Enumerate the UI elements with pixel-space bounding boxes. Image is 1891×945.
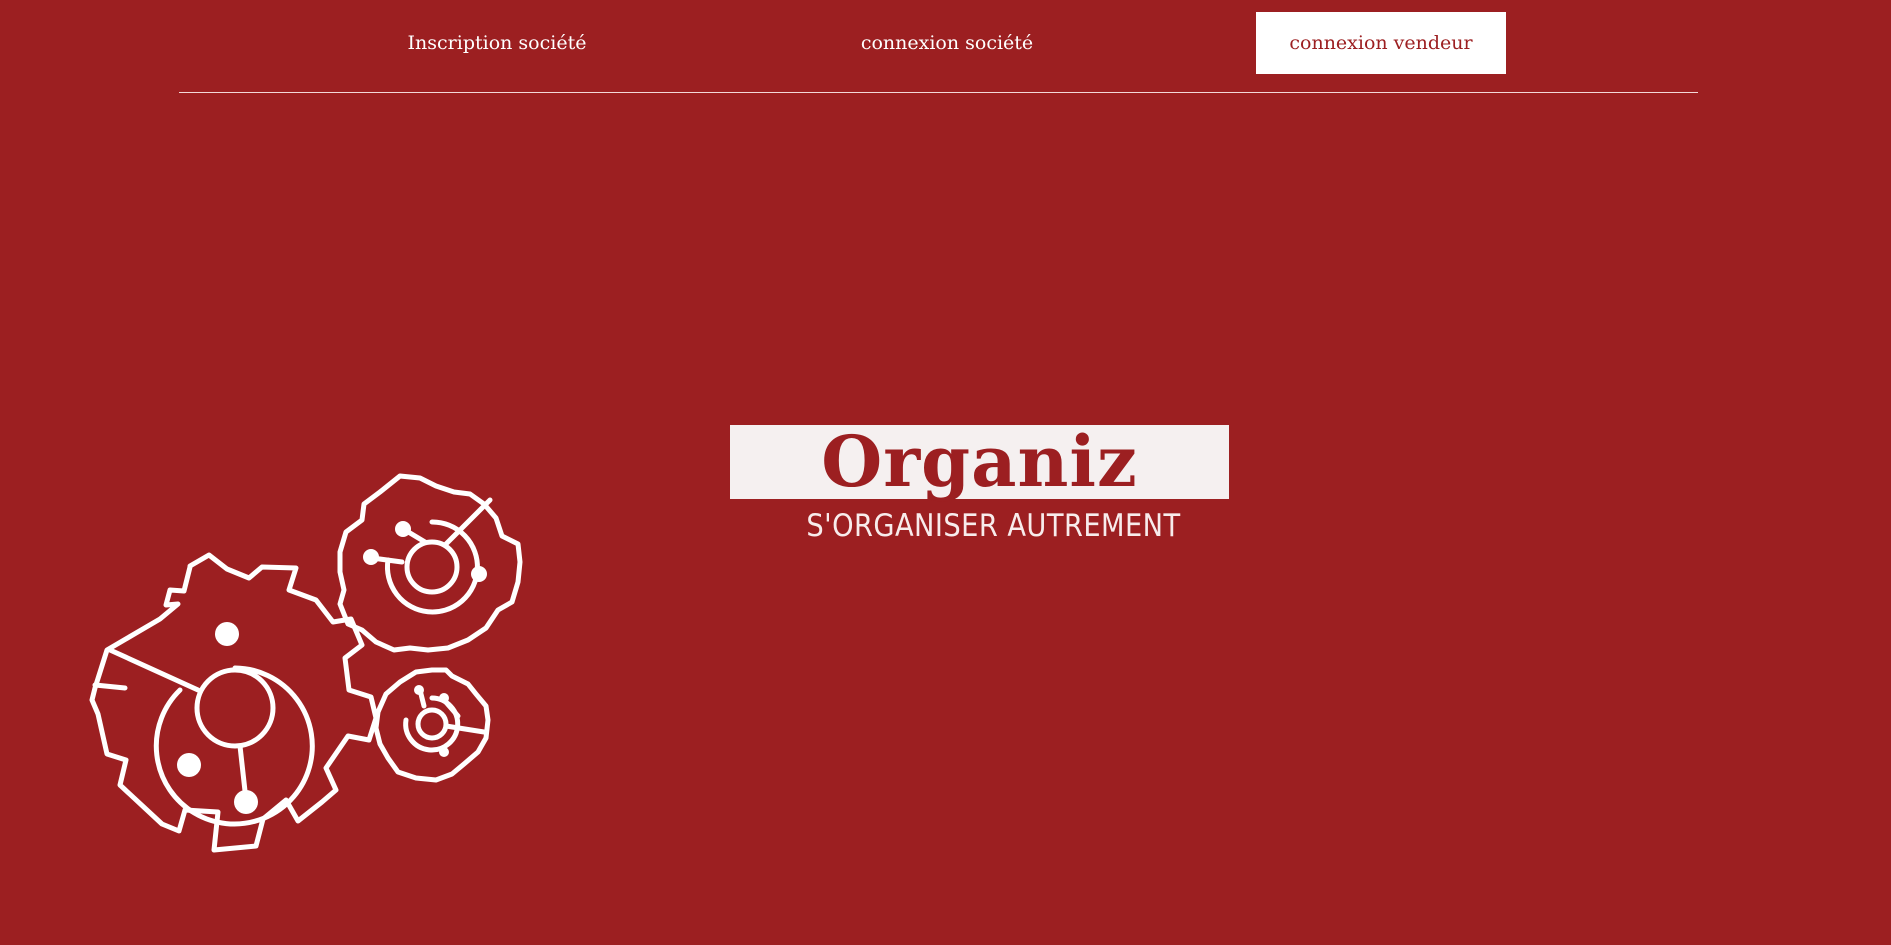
nav-connexion-vendeur[interactable]: connexion vendeur [1256, 12, 1506, 74]
logo-title: Organiz [821, 420, 1138, 503]
logo-tagline: S'ORGANISER AUTREMENT [806, 508, 1181, 544]
nav-connexion-societe[interactable]: connexion société [837, 12, 1057, 74]
logo: Organiz [730, 420, 1229, 503]
large-gear-shape [89, 552, 379, 853]
small-gear-shape [373, 667, 491, 783]
top-navigation: Inscription société connexion société co… [179, 0, 1698, 93]
gears-icon [89, 473, 523, 853]
nav-inscription-societe[interactable]: Inscription société [397, 12, 597, 74]
